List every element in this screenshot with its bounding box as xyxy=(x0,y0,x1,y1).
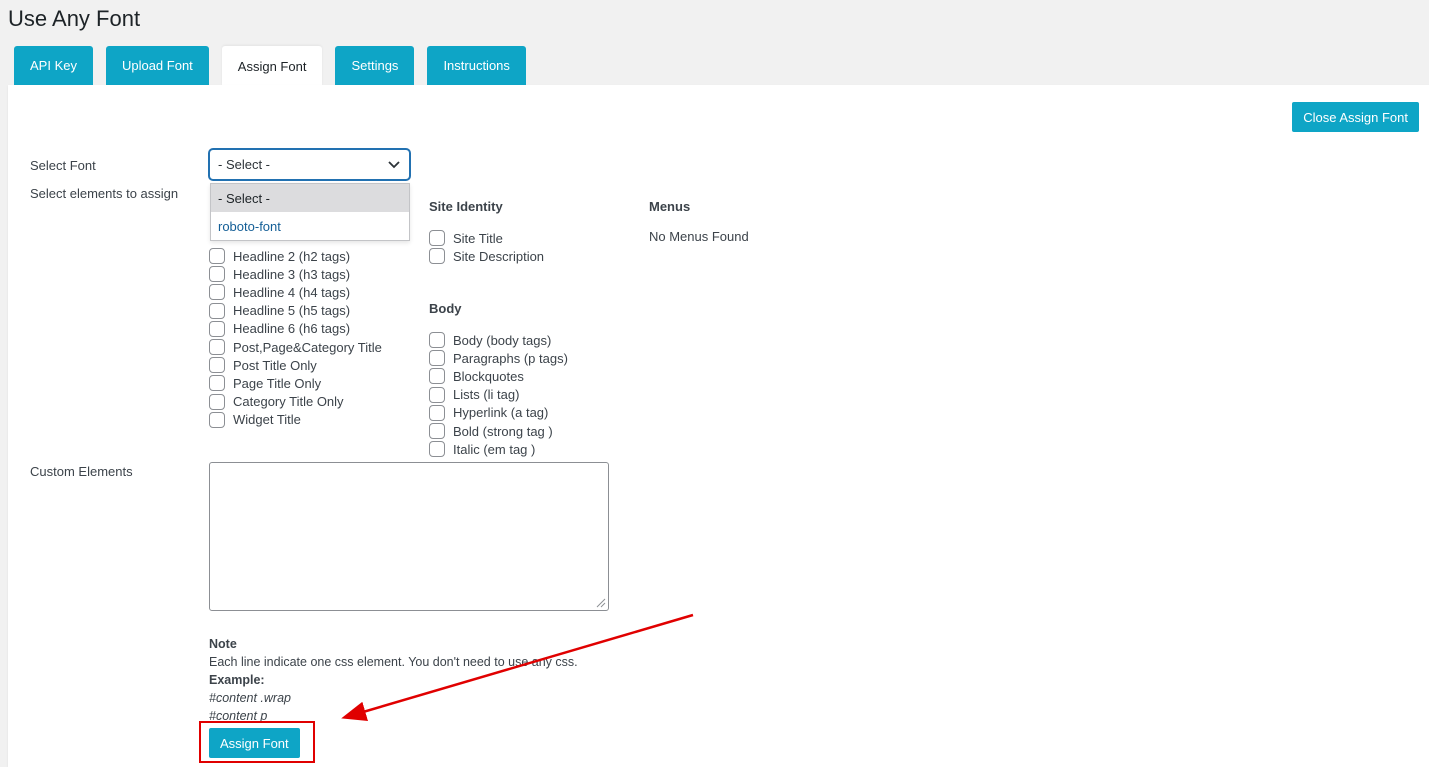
checkbox[interactable] xyxy=(429,423,445,440)
checkbox-row: Headline 2 (h2 tags) xyxy=(209,247,382,265)
checkbox-label: Site Title xyxy=(453,230,503,246)
dropdown-option[interactable]: - Select - xyxy=(211,184,409,212)
checkbox[interactable] xyxy=(209,266,225,283)
checkbox[interactable] xyxy=(209,320,225,337)
checkbox-row: Page Title Only xyxy=(209,374,382,392)
checkbox-label: Headline 3 (h3 tags) xyxy=(233,266,351,282)
checkbox-row: Post Title Only xyxy=(209,356,382,374)
checkbox-row: Headline 4 (h4 tags) xyxy=(209,283,382,301)
checkbox[interactable] xyxy=(429,350,445,367)
menus-heading: Menus xyxy=(649,199,691,214)
checkbox-label: Post,Page&Category Title xyxy=(233,339,382,355)
site-identity-group: Site Identity Site Title Site Descriptio… xyxy=(429,199,544,265)
checkbox[interactable] xyxy=(429,248,445,265)
checkbox-label: Headline 6 (h6 tags) xyxy=(233,321,351,337)
checkbox-label: Page Title Only xyxy=(233,375,322,391)
assign-font-button[interactable]: Assign Font xyxy=(209,728,300,758)
tab-api-key[interactable]: API Key xyxy=(14,46,93,85)
font-select[interactable]: - Select - xyxy=(209,149,410,180)
example-label: Example: xyxy=(209,673,265,687)
font-select-value: - Select - xyxy=(218,157,271,172)
checkbox-row: Widget Title xyxy=(209,411,382,429)
example-line: #content .wrap xyxy=(209,691,291,705)
body-group: Body Body (body tags) Paragraphs (p tags… xyxy=(429,301,568,458)
page-title: Use Any Font xyxy=(8,6,141,31)
checkbox-label: Blockquotes xyxy=(453,368,524,384)
checkbox-label: Post Title Only xyxy=(233,357,317,373)
no-menus-text: No Menus Found xyxy=(649,229,749,244)
checkbox[interactable] xyxy=(429,332,445,349)
select-font-label: Select Font xyxy=(30,158,96,173)
checkbox-label: Paragraphs (p tags) xyxy=(453,350,568,366)
checkbox-label: Headline 5 (h5 tags) xyxy=(233,303,351,319)
dropdown-option[interactable]: roboto-font xyxy=(211,212,409,240)
custom-elements-textarea[interactable] xyxy=(209,462,609,611)
checkbox-label: Hyperlink (a tag) xyxy=(453,405,549,421)
tab-assign-font[interactable]: Assign Font xyxy=(221,46,323,86)
checkbox[interactable] xyxy=(209,302,225,319)
tab-upload-font[interactable]: Upload Font xyxy=(105,46,209,85)
checkbox-row: Italic (em tag ) xyxy=(429,440,568,458)
checkbox-row: Bold (strong tag ) xyxy=(429,422,568,440)
checkbox-row: Headline 5 (h5 tags) xyxy=(209,302,382,320)
select-elements-label: Select elements to assign xyxy=(30,186,179,201)
checkbox-label: Body (body tags) xyxy=(453,332,552,348)
checkbox-label: Site Description xyxy=(453,248,545,264)
checkbox-row: Lists (li tag) xyxy=(429,386,568,404)
checkbox-row: Paragraphs (p tags) xyxy=(429,349,568,367)
tab-bar: API Key Upload Font Assign Font Settings… xyxy=(14,46,526,86)
checkbox-label: Headline 4 (h4 tags) xyxy=(233,284,351,300)
checkbox-label: Bold (strong tag ) xyxy=(453,423,553,439)
headlines-group: Headline 2 (h2 tags) Headline 3 (h3 tags… xyxy=(209,247,382,429)
checkbox[interactable] xyxy=(209,393,225,410)
checkbox[interactable] xyxy=(209,284,225,301)
checkbox-label: Italic (em tag ) xyxy=(453,441,536,457)
checkbox-row: Site Title xyxy=(429,229,544,247)
checkbox-row: Headline 6 (h6 tags) xyxy=(209,320,382,338)
checkbox-row: Body (body tags) xyxy=(429,331,568,349)
checkbox-label: Headline 2 (h2 tags) xyxy=(233,248,351,264)
resize-grip-icon[interactable] xyxy=(594,596,606,608)
checkbox[interactable] xyxy=(429,441,445,458)
checkbox[interactable] xyxy=(209,339,225,356)
chevron-down-icon xyxy=(388,160,400,168)
note-text: Each line indicate one css element. You … xyxy=(209,655,578,669)
assign-font-panel: Close Assign Font Select Font Select ele… xyxy=(8,85,1429,767)
menus-group: Menus No Menus Found xyxy=(649,199,749,244)
body-heading: Body xyxy=(429,301,462,316)
tab-settings[interactable]: Settings xyxy=(335,46,415,85)
checkbox[interactable] xyxy=(429,386,445,403)
checkbox[interactable] xyxy=(209,375,225,392)
checkbox-row: Site Description xyxy=(429,247,544,265)
site-identity-heading: Site Identity xyxy=(429,199,503,214)
checkbox-label: Lists (li tag) xyxy=(453,387,520,403)
checkbox[interactable] xyxy=(209,248,225,265)
checkbox[interactable] xyxy=(209,411,225,428)
checkbox-row: Hyperlink (a tag) xyxy=(429,404,568,422)
checkbox[interactable] xyxy=(429,368,445,385)
checkbox-row: Post,Page&Category Title xyxy=(209,338,382,356)
note-heading: Note xyxy=(209,637,237,651)
checkbox-label: Widget Title xyxy=(233,412,301,428)
checkbox-row: Blockquotes xyxy=(429,367,568,385)
checkbox[interactable] xyxy=(429,230,445,247)
checkbox-row: Category Title Only xyxy=(209,393,382,411)
checkbox[interactable] xyxy=(209,357,225,374)
note-block: Note Each line indicate one css element.… xyxy=(209,635,578,725)
font-select-dropdown: - Select - roboto-font xyxy=(210,183,410,241)
custom-elements-label: Custom Elements xyxy=(30,464,133,479)
tab-instructions[interactable]: Instructions xyxy=(427,46,526,85)
checkbox[interactable] xyxy=(429,404,445,421)
close-assign-font-button[interactable]: Close Assign Font xyxy=(1292,102,1419,132)
checkbox-row: Headline 3 (h3 tags) xyxy=(209,265,382,283)
checkbox-label: Category Title Only xyxy=(233,394,344,410)
